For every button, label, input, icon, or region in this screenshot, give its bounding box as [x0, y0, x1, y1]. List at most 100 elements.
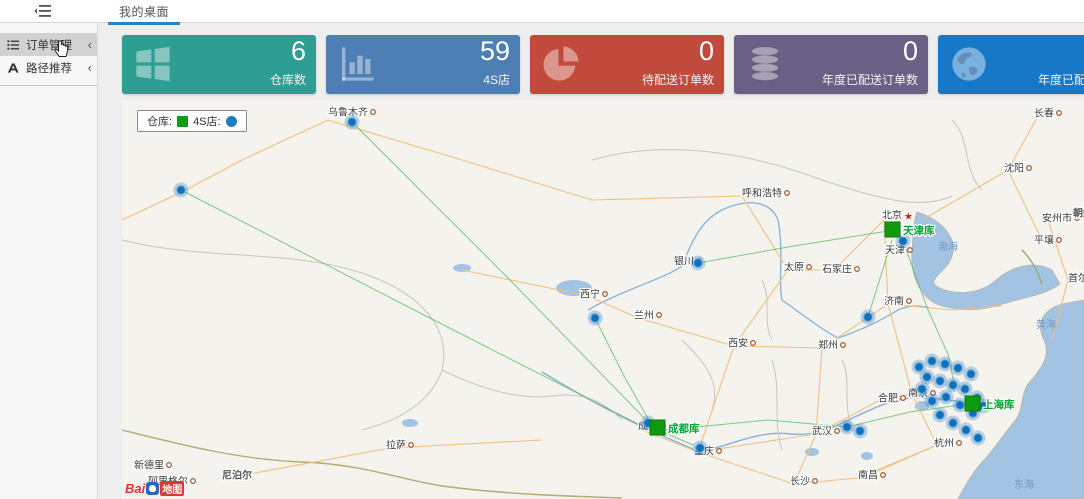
- city-dot-icon: [813, 479, 818, 484]
- city-label-杭州: 杭州: [934, 437, 954, 450]
- warehouse-marker-天津库[interactable]: [885, 222, 900, 237]
- city-label-尼泊尔: 尼泊尔: [222, 469, 252, 482]
- database-icon: [745, 44, 785, 84]
- store-marker-11[interactable]: [915, 363, 923, 371]
- sea-label-渤海: 渤海: [938, 240, 958, 253]
- city-dot-icon: [167, 463, 172, 468]
- map-legend: 仓库: 4S店:: [137, 110, 247, 132]
- city-label-济南: 济南: [884, 295, 904, 308]
- city-label-长沙: 长沙: [790, 476, 810, 488]
- city-label-合肥: 合肥: [878, 392, 898, 405]
- main-content: 6仓库数594S店0待配送订单数0年度已配送订单数年度已配: [97, 22, 1084, 499]
- city-label-西宁: 西宁: [580, 288, 600, 301]
- store-swatch-icon: [226, 116, 237, 127]
- store-marker-4[interactable]: [591, 314, 599, 322]
- store-marker-15[interactable]: [967, 370, 975, 378]
- city-dot-icon: [751, 341, 756, 346]
- bar-chart-icon: [337, 44, 377, 84]
- city-label-太原: 太原: [784, 261, 804, 274]
- sidebar-item-label: 订单管理: [26, 37, 82, 53]
- city-dot-icon: [657, 313, 662, 318]
- city-label-兰州: 兰州: [634, 309, 654, 322]
- city-dot-icon: [855, 267, 860, 272]
- baidu-map-label: 地图: [160, 481, 184, 496]
- store-marker-16[interactable]: [923, 373, 931, 381]
- store-marker-22[interactable]: [928, 397, 936, 405]
- store-marker-7[interactable]: [843, 423, 851, 431]
- city-dot-icon: [191, 479, 196, 484]
- tab-my-desktop[interactable]: 我的桌面: [108, 0, 180, 25]
- legend-store-label: 4S店:: [193, 113, 221, 129]
- sidebar: 订单管理 ‹ 路径推荐 ‹: [0, 23, 98, 499]
- city-label-安州市: 安州市: [1042, 212, 1072, 225]
- stat-card-label: 年度已配送订单数: [822, 71, 918, 88]
- city-dot-icon: [807, 265, 812, 270]
- map-base-layer: 乌鲁木齐呼和浩特北京★天津长春沈阳安州市平壤首尔朝鲜银川太原石家庄济南西宁兰州西…: [122, 100, 1084, 499]
- stat-card-4[interactable]: 0年度已配送订单数: [734, 35, 928, 94]
- city-dot-icon: [901, 396, 906, 401]
- city-label-首尔: 首尔: [1068, 272, 1084, 285]
- store-marker-21[interactable]: [942, 393, 950, 401]
- warehouse-swatch-icon: [177, 116, 188, 127]
- store-marker-18[interactable]: [949, 381, 957, 389]
- stat-cards-row: 6仓库数594S店0待配送订单数0年度已配送订单数年度已配: [122, 35, 1084, 94]
- city-label-北京: 北京: [882, 209, 902, 222]
- store-marker-29[interactable]: [918, 385, 926, 393]
- sidebar-toggle-icon[interactable]: [34, 4, 52, 18]
- city-dot-icon: [409, 443, 414, 448]
- store-marker-23[interactable]: [956, 401, 964, 409]
- sidebar-item-2[interactable]: 路径推荐 ‹: [0, 56, 97, 79]
- store-marker-27[interactable]: [962, 426, 970, 434]
- stat-card-5[interactable]: 年度已配: [938, 35, 1084, 94]
- store-marker-28[interactable]: [974, 434, 982, 442]
- city-dot-icon: [785, 191, 790, 196]
- store-marker-6[interactable]: [899, 237, 907, 245]
- store-marker-26[interactable]: [949, 419, 957, 427]
- store-marker-1[interactable]: [348, 118, 356, 126]
- sidebar-item-1[interactable]: 订单管理 ‹: [0, 33, 97, 56]
- city-dot-icon: [835, 429, 840, 434]
- city-label-拉萨: 拉萨: [386, 439, 406, 452]
- warehouse-marker-上海库[interactable]: [965, 396, 980, 411]
- baidu-logo-text: Bai: [125, 481, 145, 496]
- stat-card-label: 年度已配: [1038, 71, 1084, 88]
- stat-card-2[interactable]: 594S店: [326, 35, 520, 94]
- city-label-石家庄: 石家庄: [822, 263, 852, 276]
- baidu-paw-icon: [146, 482, 159, 495]
- sea-label-东海: 东海: [1014, 478, 1034, 491]
- china-map[interactable]: 乌鲁木齐呼和浩特北京★天津长春沈阳安州市平壤首尔朝鲜银川太原石家庄济南西宁兰州西…: [122, 100, 1084, 499]
- city-label-西安: 西安: [728, 337, 748, 350]
- globe-icon: [949, 44, 989, 84]
- city-dot-icon: [1057, 111, 1062, 116]
- sidebar-item-label: 路径推荐: [26, 60, 82, 76]
- store-marker-12[interactable]: [928, 357, 936, 365]
- city-label-平壤: 平壤: [1034, 234, 1054, 247]
- stat-card-3[interactable]: 0待配送订单数: [530, 35, 724, 94]
- store-marker-3[interactable]: [694, 259, 702, 267]
- chevron-left-icon: ‹: [88, 61, 92, 74]
- windows-icon: [133, 44, 173, 84]
- store-marker-2[interactable]: [177, 186, 185, 194]
- route-icon: [7, 62, 20, 74]
- warehouse-label-天津库: 天津库: [903, 224, 935, 237]
- store-marker-25[interactable]: [936, 411, 944, 419]
- city-label-武汉: 武汉: [812, 425, 832, 438]
- chevron-left-icon: ‹: [88, 38, 92, 51]
- store-marker-8[interactable]: [856, 427, 864, 435]
- store-marker-5[interactable]: [864, 313, 872, 321]
- store-marker-9[interactable]: [696, 444, 704, 452]
- stat-card-1[interactable]: 6仓库数: [122, 35, 316, 94]
- warehouse-marker-成都库[interactable]: [650, 420, 665, 435]
- store-marker-14[interactable]: [954, 364, 962, 372]
- city-label-长春: 长春: [1034, 108, 1054, 120]
- top-header: 我的桌面: [0, 0, 1084, 23]
- store-marker-19[interactable]: [961, 385, 969, 393]
- city-label-南昌: 南昌: [858, 469, 878, 482]
- pie-chart-icon: [541, 44, 581, 84]
- sea-label-黄海: 黄海: [1036, 318, 1056, 331]
- store-marker-13[interactable]: [941, 360, 949, 368]
- stat-card-value: 6: [291, 36, 306, 67]
- sidebar-menu: 订单管理 ‹ 路径推荐 ‹: [0, 33, 97, 86]
- store-marker-17[interactable]: [936, 377, 944, 385]
- city-dot-icon: [1057, 238, 1062, 243]
